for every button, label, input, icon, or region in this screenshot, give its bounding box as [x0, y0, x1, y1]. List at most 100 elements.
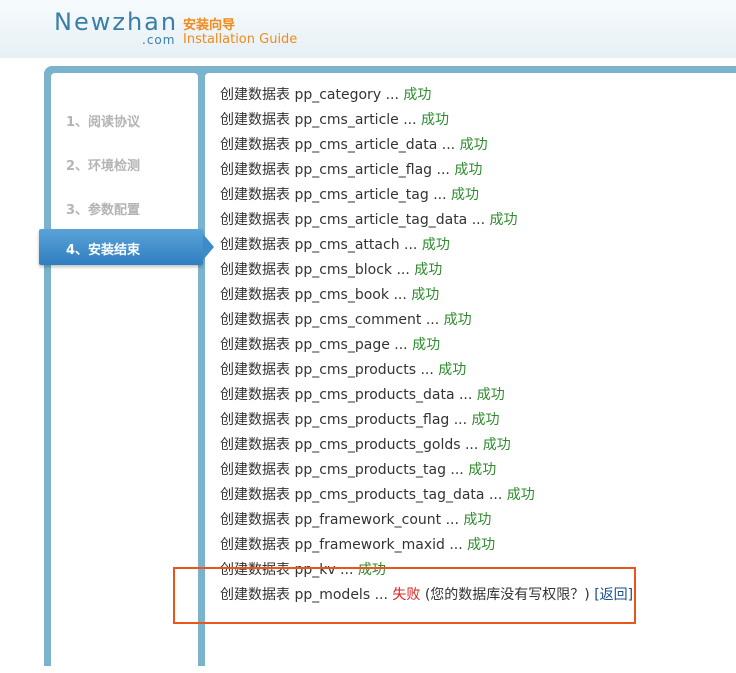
log-prefix: 创建数据表	[220, 462, 295, 478]
back-link[interactable]: [返回]	[594, 587, 633, 603]
log-line: 创建数据表 pp_cms_products_tag ... 成功	[220, 458, 496, 483]
log-table-name: pp_cms_products_tag_data	[294, 487, 489, 503]
log-status-success: 成功	[421, 112, 450, 128]
log-table-name: pp_cms_page	[294, 337, 395, 353]
log-table-name: pp_cms_products_data	[294, 387, 459, 403]
log-ellipsis: ...	[450, 462, 469, 478]
log-table-name: pp_models	[294, 587, 375, 603]
log-line: 创建数据表 pp_cms_article_tag ... 成功	[220, 183, 479, 208]
log-ellipsis: ...	[425, 312, 444, 328]
log-prefix: 创建数据表	[220, 212, 295, 228]
log-table-name: pp_cms_products	[294, 362, 421, 378]
log-ellipsis: ...	[385, 87, 404, 103]
log-status-success: 成功	[506, 487, 535, 503]
log-ellipsis: ...	[433, 187, 451, 203]
header: Newzhan .com 安装向导 Installation Guide	[0, 0, 736, 58]
log-status-success: 成功	[463, 512, 492, 528]
guide-title-cn: 安装向导	[183, 18, 236, 33]
log-prefix: 创建数据表	[220, 412, 295, 428]
log-ellipsis: ...	[471, 212, 490, 228]
log-status-success: 成功	[467, 537, 496, 553]
log-status-success: 成功	[471, 412, 500, 428]
log-ellipsis: ...	[396, 262, 415, 278]
log-line: 创建数据表 pp_cms_products ... 成功	[220, 358, 466, 383]
log-table-name: pp_cms_article_tag_data	[294, 212, 472, 228]
log-table-name: pp_cms_article_tag	[294, 187, 434, 203]
log-line: 创建数据表 pp_cms_book ... 成功	[220, 283, 439, 308]
log-prefix: 创建数据表	[220, 437, 295, 453]
log-line: 创建数据表 pp_cms_products_data ... 成功	[220, 383, 505, 408]
log-ellipsis: ...	[420, 362, 439, 378]
log-status-success: 成功	[489, 212, 518, 228]
log-prefix: 创建数据表	[220, 137, 295, 153]
log-status-success: 成功	[468, 462, 497, 478]
log-line: 创建数据表 pp_cms_article_tag_data ... 成功	[220, 208, 518, 233]
log-line: 创建数据表 pp_cms_article_data ... 成功	[220, 133, 488, 158]
log-line: 创建数据表 pp_category ... 成功	[220, 83, 431, 108]
log-ellipsis: ...	[394, 337, 413, 353]
log-prefix: 创建数据表	[220, 287, 295, 303]
step-read-agreement: 1、阅读协议	[66, 115, 141, 130]
log-ellipsis: ...	[393, 287, 412, 303]
log-table-name: pp_cms_comment	[294, 312, 426, 328]
step-env-check: 2、环境检测	[66, 159, 141, 174]
log-prefix: 创建数据表	[220, 587, 295, 603]
log-prefix: 创建数据表	[220, 262, 295, 278]
log-line: 创建数据表 pp_framework_maxid ... 成功	[220, 533, 495, 558]
log-prefix: 创建数据表	[220, 237, 295, 253]
logo-domain: .com	[142, 33, 176, 47]
log-prefix: 创建数据表	[220, 187, 295, 203]
log-ellipsis: ...	[488, 487, 507, 503]
log-table-name: pp_framework_count	[294, 512, 446, 528]
log-ellipsis: ...	[374, 587, 393, 603]
log-line: 创建数据表 pp_cms_products_tag_data ... 成功	[220, 483, 535, 508]
log-line: 创建数据表 pp_kv ... 成功	[220, 558, 386, 583]
log-prefix: 创建数据表	[220, 112, 295, 128]
log-table-name: pp_kv	[294, 562, 341, 578]
log-status-success: 成功	[482, 437, 511, 453]
log-table-name: pp_cms_attach	[294, 237, 405, 253]
log-status-success: 成功	[421, 237, 450, 253]
log-status-success: 成功	[443, 312, 472, 328]
log-prefix: 创建数据表	[220, 487, 295, 503]
log-status-success: 成功	[476, 387, 505, 403]
log-prefix: 创建数据表	[220, 362, 295, 378]
log-table-name: pp_cms_products_golds	[294, 437, 465, 453]
log-table-name: pp_cms_block	[294, 262, 397, 278]
log-status-success: 成功	[438, 362, 467, 378]
log-prefix: 创建数据表	[220, 87, 295, 103]
log-status-success: 成功	[414, 262, 443, 278]
log-prefix: 创建数据表	[220, 387, 295, 403]
log-line: 创建数据表 pp_cms_attach ... 成功	[220, 233, 450, 258]
step-install-finish-label: 4、安装结束	[66, 243, 141, 258]
log-ellipsis: ...	[441, 137, 460, 153]
step-param-config: 3、参数配置	[66, 203, 141, 218]
log-table-name: pp_cms_article_data	[294, 137, 442, 153]
log-table-name: pp_framework_maxid	[294, 537, 450, 553]
log-status-success: 成功	[451, 187, 479, 203]
log-line-failed: 创建数据表 pp_models ... 失败 (您的数据库没有写权限？) [返回…	[220, 583, 633, 608]
log-table-name: pp_cms_article_flag	[294, 162, 437, 178]
log-ellipsis: ...	[458, 387, 477, 403]
log-ellipsis: ...	[403, 112, 422, 128]
log-table-name: pp_category	[294, 87, 386, 103]
log-table-name: pp_cms_book	[294, 287, 394, 303]
log-ellipsis: ...	[340, 562, 358, 578]
log-status-success: 成功	[412, 337, 441, 353]
log-ellipsis: ...	[449, 537, 468, 553]
log-line: 创建数据表 pp_cms_article_flag ... 成功	[220, 158, 482, 183]
log-table-name: pp_cms_article	[294, 112, 404, 128]
log-ellipsis: ...	[445, 512, 464, 528]
log-status-success: 成功	[357, 562, 386, 578]
guide-title-en: Installation Guide	[183, 32, 298, 47]
log-line: 创建数据表 pp_cms_comment ... 成功	[220, 308, 472, 333]
log-prefix: 创建数据表	[220, 512, 295, 528]
log-fail-message: (您的数据库没有写权限？)	[424, 587, 595, 603]
log-ellipsis: ...	[404, 237, 422, 253]
log-line: 创建数据表 pp_cms_page ... 成功	[220, 333, 440, 358]
log-status-success: 成功	[454, 162, 483, 178]
log-ellipsis: ...	[464, 437, 483, 453]
log-status-success: 成功	[403, 87, 432, 103]
log-prefix: 创建数据表	[220, 537, 295, 553]
log-line: 创建数据表 pp_cms_products_golds ... 成功	[220, 433, 511, 458]
